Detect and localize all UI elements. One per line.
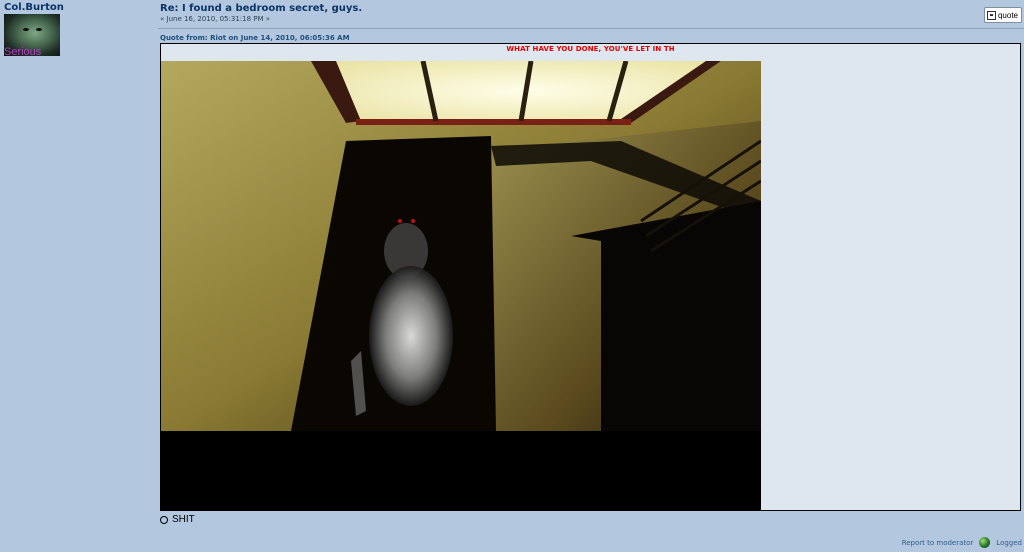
avatar-eye [36, 28, 42, 31]
report-to-moderator-link[interactable]: Report to moderator [902, 539, 974, 547]
avatar-eye [23, 28, 29, 31]
avatar-caption: Serious [4, 46, 42, 56]
post-body-text: SHIT [172, 514, 195, 525]
circle-icon [160, 515, 168, 524]
quote-image-graphic [161, 61, 761, 511]
quote-button-label: quote [997, 10, 1018, 20]
logged-label: Logged [996, 538, 1022, 547]
post-footer: Report to moderator Logged [902, 537, 1022, 548]
quote-text: WHAT HAVE YOU DONE, YOU'VE LET IN TH [506, 45, 675, 53]
quote-image [161, 61, 761, 511]
post-header: Re: I found a bedroom secret, guys. « Ju… [160, 3, 1022, 24]
avatar: Serious [4, 14, 60, 56]
quote-header[interactable]: Quote from: Riot on June 14, 2010, 06:05… [160, 34, 350, 42]
poster-info: Col.Burton Serious [4, 2, 144, 56]
post-body: SHIT [160, 514, 195, 525]
divider [158, 28, 1024, 29]
quote-button[interactable]: quote [983, 7, 1022, 23]
quote-box: WHAT HAVE YOU DONE, YOU'VE LET IN TH [160, 43, 1021, 511]
post-subject[interactable]: Re: I found a bedroom secret, guys. [160, 3, 1022, 14]
post-date: « June 16, 2010, 05:31:18 PM » [160, 15, 271, 23]
globe-icon [979, 537, 991, 548]
quote-icon [986, 10, 996, 20]
poster-name[interactable]: Col.Burton [4, 2, 144, 13]
